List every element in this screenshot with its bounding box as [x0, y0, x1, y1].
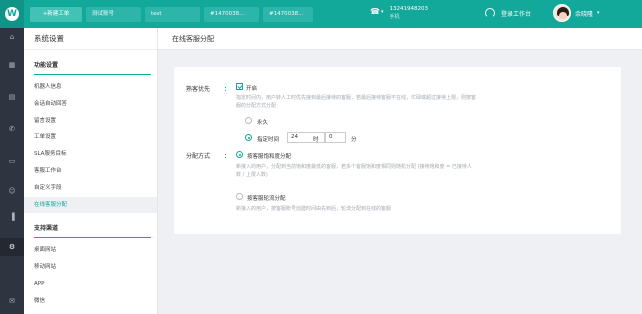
- hours-input[interactable]: 24: [287, 132, 325, 143]
- monitor-icon[interactable]: ▭: [0, 152, 24, 170]
- group-divider: [34, 74, 151, 75]
- workspace-label: 登录工作台: [501, 10, 532, 18]
- minutes-input[interactable]: 0: [325, 132, 346, 143]
- sidebar-item-custom-fields[interactable]: 自定义字段: [24, 180, 157, 197]
- familiar-priority-label: 熟客优先: [186, 86, 211, 93]
- sidebar-item-wechat[interactable]: 微信: [24, 293, 157, 310]
- logo-icon: W: [5, 7, 19, 21]
- page-title: 在线客服分配: [158, 28, 642, 50]
- sidebar-item-workspace[interactable]: 客服工作台: [24, 163, 157, 180]
- top-bar: W +新建工单 测试账号 test #1470038... #1470038..…: [0, 0, 642, 28]
- settings-icon[interactable]: ⚙: [0, 238, 24, 256]
- radio-forever-label: 永久: [257, 119, 269, 126]
- sidebar-item-auto-reply[interactable]: 会话自动回答: [24, 96, 157, 113]
- label-colon: ：: [224, 86, 231, 93]
- headset-icon: [485, 8, 495, 18]
- tab-ticket-2[interactable]: #1470038...: [263, 7, 313, 22]
- chart-icon[interactable]: ▐: [0, 208, 24, 226]
- assign-mode-label: 分配方式: [186, 153, 211, 160]
- sidebar-group-features: 功能设置: [34, 62, 59, 69]
- sidebar-item-ticket[interactable]: 工单设置: [24, 129, 157, 146]
- radio-round-robin-assign-label: 按客服轮流分配: [247, 195, 286, 202]
- grid-icon[interactable]: ▦: [0, 56, 24, 74]
- app-logo[interactable]: W: [0, 0, 24, 28]
- radio-round-robin-assign[interactable]: [236, 193, 243, 200]
- sidebar-item-sla[interactable]: SLA服务目标: [24, 146, 157, 163]
- tab-new-ticket[interactable]: +新建工单: [30, 7, 82, 22]
- user-menu[interactable]: 余晓隆 ▾: [553, 4, 600, 22]
- phone-icon: ☎: [370, 7, 380, 16]
- radio-forever[interactable]: [245, 117, 252, 124]
- home-icon[interactable]: ⌂: [0, 28, 24, 46]
- sidebar-title: 系统设置: [24, 28, 157, 50]
- round-robin-assign-help: 新接入的用户，按客服账号创建时间由先到后，轮流分配到在线的客服: [236, 206, 392, 212]
- notification-icon[interactable]: ✉: [0, 292, 24, 310]
- radio-saturation-assign-label: 按客服饱和度分配: [247, 153, 292, 160]
- phone-icon[interactable]: ✆: [0, 120, 24, 138]
- document-icon[interactable]: ▤: [0, 88, 24, 106]
- radio-saturation-assign[interactable]: [236, 151, 243, 158]
- chevron-down-icon: ▾: [380, 9, 384, 15]
- settings-card: 熟客优先 ： 开启 指定时间内，用户转人工时优先接到最后接待的客服，若最后接待客…: [174, 67, 621, 234]
- icon-rail: ⌂ ▦ ▤ ✆ ▭ ☺ ▐ ⚙ ✉: [0, 28, 24, 314]
- label-colon: ：: [224, 153, 231, 160]
- username: 余晓隆: [575, 10, 594, 18]
- familiar-priority-checkbox-label: 开启: [246, 85, 258, 92]
- sidebar-group-channels: 支持渠道: [34, 225, 59, 233]
- minutes-unit: 分: [351, 136, 357, 143]
- radio-specified-time[interactable]: [245, 134, 252, 141]
- familiar-priority-checkbox[interactable]: [236, 83, 243, 90]
- user-icon[interactable]: ☺: [0, 182, 24, 200]
- radio-specified-time-label: 指定时间: [257, 136, 280, 143]
- sidebar-item-mobile-site[interactable]: 移动网站: [24, 259, 157, 276]
- sidebar-item-message[interactable]: 留言设置: [24, 113, 157, 130]
- settings-sidebar: 系统设置 功能设置 机器人信息 会话自动回答 留言设置 工单设置 SLA服务目标…: [24, 28, 158, 314]
- familiar-priority-help: 指定时间内，用户转人工时优先接到最后接待的客服，若最后接待客服不在线，忙碌或超过…: [236, 95, 477, 109]
- hours-unit: 时: [313, 136, 319, 143]
- phone-status[interactable]: ☎ ▾ 13241948203 手机: [370, 6, 428, 20]
- group-divider: [34, 237, 151, 239]
- phone-number: 13241948203: [389, 6, 428, 12]
- sidebar-item-app[interactable]: APP: [24, 276, 157, 293]
- sidebar-item-desktop-site[interactable]: 桌面网站: [24, 242, 157, 259]
- saturation-assign-help: 新接入的用户，分配到当前饱和度最低的客服，若多个客服饱和度相同则随机分配 (接待…: [236, 164, 472, 178]
- tab-test-account[interactable]: 测试账号: [86, 7, 141, 22]
- chevron-down-icon: ▾: [597, 10, 600, 16]
- sidebar-item-online-assign[interactable]: 在线客服分配: [24, 196, 157, 214]
- tab-ticket-1[interactable]: #1470038...: [204, 7, 259, 22]
- avatar: [553, 4, 571, 22]
- workspace-login[interactable]: 登录工作台: [485, 8, 531, 18]
- tab-test[interactable]: test: [145, 7, 200, 22]
- phone-label: 手机: [389, 14, 400, 20]
- sidebar-item-robot[interactable]: 机器人信息: [24, 79, 157, 96]
- tab-bar: +新建工单 测试账号 test #1470038... #1470038...: [30, 7, 313, 22]
